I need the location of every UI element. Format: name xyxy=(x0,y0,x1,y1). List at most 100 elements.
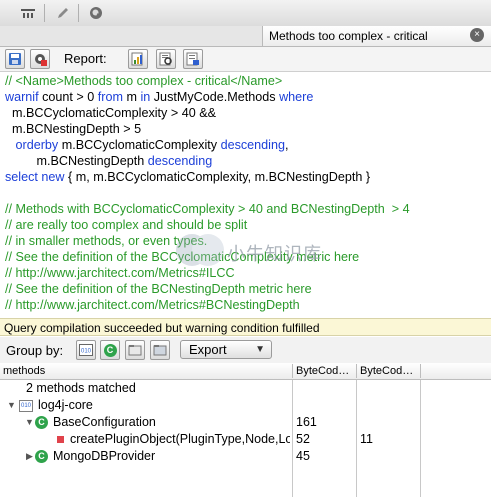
row-name: log4j-core xyxy=(38,398,93,412)
svg-text:010: 010 xyxy=(81,349,92,355)
code-comment: // <Name>Methods too complex - critical<… xyxy=(5,74,283,88)
report-label: Report: xyxy=(64,51,107,66)
toolbar-separator xyxy=(78,4,79,22)
code-keyword: in xyxy=(140,90,151,104)
gear-icon xyxy=(35,54,47,66)
column-header-bytecode-1[interactable]: ByteCod… xyxy=(293,364,355,378)
code-text: count > 0 xyxy=(38,90,98,104)
cell-bytecode-1: 45 xyxy=(296,449,310,463)
column-header-bytecode-2[interactable]: ByteCod… xyxy=(357,364,419,378)
namespace-icon xyxy=(128,345,142,356)
code-text: m.BCCyclomaticComplexity > 40 && xyxy=(5,106,217,120)
cell-bytecode-2: 11 xyxy=(360,432,373,446)
code-text: m.BCNestingDepth xyxy=(5,154,148,168)
toolbar-separator xyxy=(44,4,45,22)
group-by-label: Group by: xyxy=(6,343,64,358)
status-bar: Query compilation succeeded but warning … xyxy=(0,318,491,336)
search-query-icon[interactable] xyxy=(85,3,107,23)
table-row[interactable]: createPluginObject(PluginType,Node,Lo 52… xyxy=(0,431,491,448)
group-by-bar: Group by: 010 C Export ▼ xyxy=(0,337,491,364)
code-comment: // are really too complex and should be … xyxy=(5,218,248,232)
code-text: m.BCNestingDepth > 5 xyxy=(5,122,142,136)
group-by-folder-button[interactable] xyxy=(150,340,170,360)
row-name: createPluginObject(PluginType,Node,Lo xyxy=(70,432,290,446)
table-row[interactable]: ▶ C MongoDBProvider 45 xyxy=(0,448,491,465)
code-comment: // http://www.jarchitect.com/Metrics#BCN… xyxy=(5,298,300,312)
class-icon: C xyxy=(35,416,48,429)
group-by-namespace-button[interactable] xyxy=(125,340,145,360)
expanded-triangle-icon[interactable]: ▼ xyxy=(7,397,16,414)
tab-query[interactable]: Methods too complex - critical × xyxy=(262,26,491,47)
report-export-icon xyxy=(186,52,199,66)
code-line: m.BCCyclomaticComplexity > 40 && xyxy=(5,105,487,121)
code-text: m xyxy=(122,90,141,104)
query-toolbar: Report: xyxy=(0,47,491,72)
code-line: m.BCNestingDepth > 5 xyxy=(5,121,487,137)
assembly-icon: 010 xyxy=(79,344,93,356)
code-keyword: select xyxy=(5,170,38,184)
summary-row: 2 methods matched xyxy=(0,380,491,397)
code-line: // Methods with BCCyclomaticComplexity >… xyxy=(5,201,487,217)
edit-pencil-icon[interactable] xyxy=(52,3,74,23)
folder-icon xyxy=(153,345,167,356)
code-keyword: from xyxy=(97,90,123,104)
code-line: // are really too complex and should be … xyxy=(5,217,487,233)
save-query-button[interactable] xyxy=(5,49,25,69)
code-line: // http://www.jarchitect.com/Metrics#BCN… xyxy=(5,297,487,313)
dropdown-arrow-icon: ▼ xyxy=(255,344,265,355)
row-name: BaseConfiguration xyxy=(53,415,156,429)
report-export-button[interactable] xyxy=(183,49,203,69)
report-search-icon xyxy=(159,52,172,66)
code-line: orderby m.BCCyclomaticComplexity descend… xyxy=(5,137,487,153)
export-dropdown[interactable]: Export ▼ xyxy=(180,340,272,359)
class-icon: C xyxy=(35,450,48,463)
code-text: { m, m.BCCyclomaticComplexity, m.BCNesti… xyxy=(64,170,371,184)
tab-title: Methods too complex - critical xyxy=(269,29,428,43)
matched-count: 2 methods matched xyxy=(26,381,136,395)
code-keyword: orderby xyxy=(15,138,59,152)
code-line: m.BCNestingDepth descending xyxy=(5,153,487,169)
code-line: // <Name>Methods too complex - critical<… xyxy=(5,73,487,89)
report-chart-button[interactable] xyxy=(128,49,148,69)
code-comment: // Methods with BCCyclomaticComplexity >… xyxy=(5,202,410,216)
cell-bytecode-1: 161 xyxy=(296,415,317,429)
group-by-type-button[interactable]: C xyxy=(100,340,120,360)
code-text: m.BCCyclomaticComplexity xyxy=(58,138,221,152)
table-row[interactable]: ▼ 010 log4j-core xyxy=(0,397,491,414)
code-text: JustMyCode.Methods xyxy=(150,90,280,104)
watermark-text: 小牛知识库 xyxy=(227,244,322,264)
collapsed-triangle-icon[interactable]: ▶ xyxy=(26,448,33,465)
query-code-editor[interactable]: // <Name>Methods too complex - critical<… xyxy=(5,73,487,313)
code-line: // http://www.jarchitect.com/Metrics#ILC… xyxy=(5,265,487,281)
code-line: // See the definition of the BCNestingDe… xyxy=(5,281,487,297)
code-keyword: new xyxy=(41,170,65,184)
expanded-triangle-icon[interactable]: ▼ xyxy=(25,414,34,431)
report-search-button[interactable] xyxy=(156,49,176,69)
code-keyword: where xyxy=(279,90,314,104)
assembly-icon: 010 xyxy=(19,400,33,412)
settings-button[interactable] xyxy=(30,49,50,69)
save-icon xyxy=(9,53,21,65)
code-keyword: descending xyxy=(220,138,285,152)
dashboard-icon[interactable] xyxy=(17,3,39,23)
method-icon xyxy=(57,436,64,443)
code-keyword: warnif xyxy=(5,90,39,104)
code-comment: // See the definition of the BCNestingDe… xyxy=(5,282,312,296)
export-label: Export xyxy=(189,342,227,357)
code-line: select new { m, m.BCCyclomaticComplexity… xyxy=(5,169,487,185)
close-icon[interactable]: × xyxy=(470,28,484,42)
code-line: warnif count > 0 from m in JustMyCode.Me… xyxy=(5,89,487,105)
window-toolbar xyxy=(0,0,491,27)
column-divider[interactable] xyxy=(420,364,421,378)
code-keyword: descending xyxy=(147,154,213,168)
cell-bytecode-1: 52 xyxy=(296,432,310,446)
report-chart-icon xyxy=(131,52,143,66)
column-header-methods[interactable]: methods xyxy=(0,364,292,378)
class-icon: C xyxy=(103,343,117,357)
group-by-assembly-button[interactable]: 010 xyxy=(76,340,96,360)
table-row[interactable]: ▼ C BaseConfiguration 161 xyxy=(0,414,491,431)
results-table-header: methods ByteCod… ByteCod… xyxy=(0,363,491,380)
code-text: , xyxy=(284,138,289,152)
